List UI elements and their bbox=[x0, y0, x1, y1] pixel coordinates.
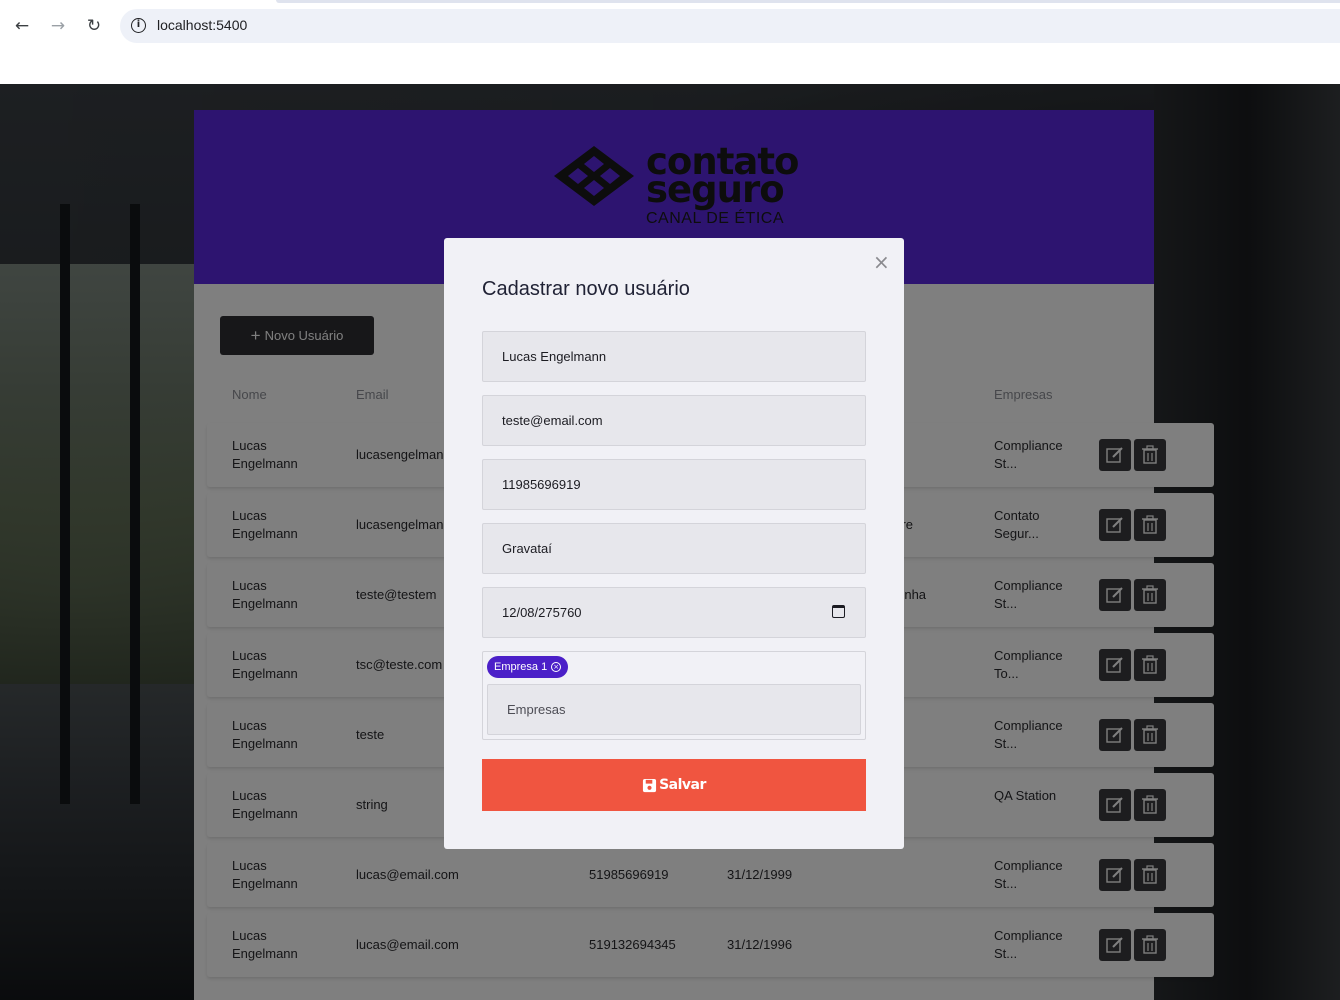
info-icon[interactable]: i bbox=[131, 18, 146, 33]
back-arrow-icon[interactable]: ← bbox=[10, 14, 34, 38]
new-user-modal: × Cadastrar novo usuário Lucas Engelmann… bbox=[444, 238, 904, 849]
companies-multiselect[interactable]: Empresa 1 × Empresas bbox=[482, 651, 866, 740]
email-field[interactable]: teste@email.com bbox=[482, 395, 866, 446]
company-chip[interactable]: Empresa 1 × bbox=[487, 656, 569, 678]
tab-strip bbox=[276, 0, 1340, 3]
close-icon[interactable]: × bbox=[873, 252, 890, 272]
forward-arrow-icon[interactable]: → bbox=[46, 14, 70, 38]
city-field[interactable]: Gravataí bbox=[482, 523, 866, 574]
birthdate-value: 12/08/275760 bbox=[502, 605, 582, 620]
company-chip-label: Empresa 1 bbox=[494, 661, 548, 673]
modal-title: Cadastrar novo usuário bbox=[482, 278, 690, 300]
browser-toolbar: ← → ↻ i localhost:5400 bbox=[0, 0, 1340, 84]
url-text[interactable]: localhost:5400 bbox=[157, 17, 247, 33]
birthdate-field[interactable]: 12/08/275760 bbox=[482, 587, 866, 638]
name-field[interactable]: Lucas Engelmann bbox=[482, 331, 866, 382]
save-label: Salvar bbox=[659, 777, 706, 793]
calendar-icon[interactable] bbox=[832, 605, 845, 618]
reload-icon[interactable]: ↻ bbox=[82, 14, 106, 38]
companies-input[interactable]: Empresas bbox=[487, 684, 861, 735]
save-button[interactable]: Salvar bbox=[482, 759, 866, 811]
floppy-disk-icon bbox=[643, 778, 657, 792]
address-bar[interactable]: i localhost:5400 bbox=[120, 9, 1340, 43]
phone-field[interactable]: 11985696919 bbox=[482, 459, 866, 510]
remove-chip-icon[interactable]: × bbox=[551, 662, 562, 672]
